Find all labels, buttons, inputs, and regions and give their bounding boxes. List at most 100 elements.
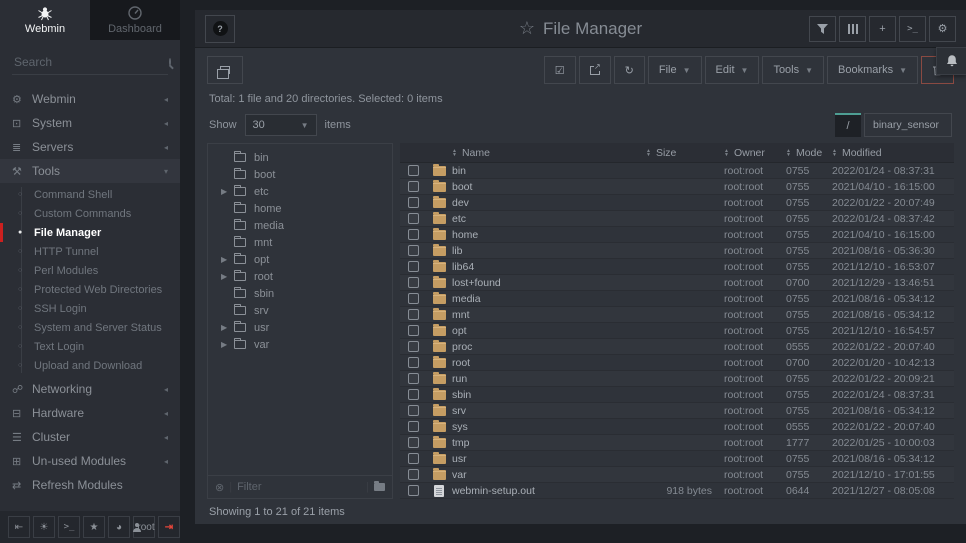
folder-icon[interactable] bbox=[374, 483, 385, 491]
file-search-input[interactable] bbox=[864, 113, 952, 137]
root-path-button[interactable]: / bbox=[835, 113, 861, 137]
tree-item-sbin[interactable]: sbin bbox=[208, 285, 392, 302]
checkbox[interactable] bbox=[408, 325, 419, 336]
table-row-bin[interactable]: binroot:root07552022/01/24 - 08:37:31 bbox=[400, 163, 954, 179]
checkbox[interactable] bbox=[408, 229, 419, 240]
checkbox[interactable] bbox=[408, 277, 419, 288]
add-button[interactable]: + bbox=[869, 16, 896, 42]
column-header-modified[interactable]: ▲▼Modified bbox=[832, 147, 954, 159]
help-button[interactable]: ? bbox=[205, 15, 235, 43]
table-row-lib[interactable]: libroot:root07552021/08/16 - 05:36:30 bbox=[400, 243, 954, 259]
paste-export-button[interactable] bbox=[579, 56, 611, 84]
logged-user-button[interactable]: root bbox=[133, 516, 155, 538]
sidebar-item-command-shell[interactable]: ○Command Shell bbox=[0, 185, 180, 204]
tree-item-srv[interactable]: srv bbox=[208, 302, 392, 319]
expand-arrow-icon[interactable]: ▶ bbox=[221, 340, 234, 349]
table-row-dev[interactable]: devroot:root07552022/01/22 - 20:07:49 bbox=[400, 195, 954, 211]
clear-filter-icon[interactable]: ⊗ bbox=[215, 481, 224, 494]
tree-item-usr[interactable]: ▶usr bbox=[208, 319, 392, 336]
table-row-lost-found[interactable]: lost+foundroot:root07002021/12/29 - 13:4… bbox=[400, 275, 954, 291]
column-header-mode[interactable]: ▲▼Mode bbox=[786, 147, 832, 159]
tree-filter-input[interactable] bbox=[237, 481, 361, 493]
table-row-tmp[interactable]: tmproot:root17772022/01/25 - 10:00:03 bbox=[400, 435, 954, 451]
favorite-star-icon[interactable]: ☆ bbox=[519, 18, 535, 39]
checkbox[interactable] bbox=[408, 293, 419, 304]
table-row-opt[interactable]: optroot:root07552021/12/10 - 16:54:57 bbox=[400, 323, 954, 339]
tree-item-media[interactable]: media bbox=[208, 217, 392, 234]
sidebar-item-system-and-server-status[interactable]: ○System and Server Status bbox=[0, 318, 180, 337]
bookmarks-menu-button[interactable]: Bookmarks ▼ bbox=[827, 56, 918, 84]
tab-webmin[interactable]: Webmin bbox=[0, 0, 90, 40]
checkbox[interactable] bbox=[408, 181, 419, 192]
sidebar-item-hardware[interactable]: ⊟Hardware◂ bbox=[0, 401, 180, 425]
table-row-run[interactable]: runroot:root07552022/01/22 - 20:09:21 bbox=[400, 371, 954, 387]
table-row-sbin[interactable]: sbinroot:root07552022/01/24 - 08:37:31 bbox=[400, 387, 954, 403]
clone-window-button[interactable] bbox=[207, 56, 243, 84]
tree-item-mnt[interactable]: mnt bbox=[208, 234, 392, 251]
sidebar-item-text-login[interactable]: ○Text Login bbox=[0, 337, 180, 356]
expand-arrow-icon[interactable]: ▶ bbox=[221, 255, 234, 264]
theme-brightness-button[interactable]: ☀ bbox=[33, 516, 55, 538]
stats-pie-button[interactable]: ◕ bbox=[108, 516, 130, 538]
checkbox[interactable] bbox=[408, 389, 419, 400]
settings-gear-button[interactable]: ⚙ bbox=[929, 16, 956, 42]
sidebar-item-system[interactable]: ⊡System◂ bbox=[0, 111, 180, 135]
expand-arrow-icon[interactable]: ▶ bbox=[221, 187, 234, 196]
edit-menu-button[interactable]: Edit ▼ bbox=[705, 56, 760, 84]
sidebar-item-refresh-modules[interactable]: ⇄Refresh Modules bbox=[0, 473, 180, 497]
sidebar-item-tools[interactable]: ⚒Tools▾ bbox=[0, 159, 180, 183]
notifications-tab[interactable] bbox=[936, 47, 966, 75]
select-all-button[interactable]: ☑ bbox=[544, 56, 576, 84]
checkbox[interactable] bbox=[408, 373, 419, 384]
checkbox[interactable] bbox=[408, 245, 419, 256]
columns-button[interactable] bbox=[839, 16, 866, 42]
column-header-size[interactable]: ▲▼Size bbox=[646, 147, 724, 159]
terminal-button[interactable]: >_ bbox=[899, 16, 926, 42]
table-row-webmin-setup-out[interactable]: webmin-setup.out918 bytesroot:root064420… bbox=[400, 483, 954, 499]
table-row-srv[interactable]: srvroot:root07552021/08/16 - 05:34:12 bbox=[400, 403, 954, 419]
sidebar-search-input[interactable] bbox=[14, 55, 169, 69]
sidebar-item-cluster[interactable]: ☰Cluster◂ bbox=[0, 425, 180, 449]
tree-item-home[interactable]: home bbox=[208, 200, 392, 217]
tree-item-boot[interactable]: boot bbox=[208, 166, 392, 183]
logout-button[interactable]: ⇥ bbox=[158, 516, 180, 538]
tree-item-root[interactable]: ▶root bbox=[208, 268, 392, 285]
checkbox[interactable] bbox=[408, 405, 419, 416]
checkbox[interactable] bbox=[408, 469, 419, 480]
sidebar-item-networking[interactable]: ☍Networking◂ bbox=[0, 377, 180, 401]
sidebar-item-protected-web-directories[interactable]: ○Protected Web Directories bbox=[0, 280, 180, 299]
sidebar-item-file-manager[interactable]: ●File Manager bbox=[0, 223, 180, 242]
table-row-boot[interactable]: bootroot:root07552021/04/10 - 16:15:00 bbox=[400, 179, 954, 195]
table-row-media[interactable]: mediaroot:root07552021/08/16 - 05:34:12 bbox=[400, 291, 954, 307]
tree-item-var[interactable]: ▶var bbox=[208, 336, 392, 353]
checkbox[interactable] bbox=[408, 309, 419, 320]
table-row-var[interactable]: varroot:root07552021/12/10 - 17:01:55 bbox=[400, 467, 954, 483]
tools-menu-button[interactable]: Tools ▼ bbox=[762, 56, 824, 84]
collapse-sidebar-button[interactable]: ⇤ bbox=[8, 516, 30, 538]
checkbox[interactable] bbox=[408, 197, 419, 208]
tree-item-etc[interactable]: ▶etc bbox=[208, 183, 392, 200]
checkbox[interactable] bbox=[408, 357, 419, 368]
sidebar-item-ssh-login[interactable]: ○SSH Login bbox=[0, 299, 180, 318]
column-header-name[interactable]: ▲▼Name bbox=[452, 147, 646, 159]
expand-arrow-icon[interactable]: ▶ bbox=[221, 272, 234, 281]
favorites-star-button[interactable]: ★ bbox=[83, 516, 105, 538]
checkbox[interactable] bbox=[408, 453, 419, 464]
tree-item-bin[interactable]: bin bbox=[208, 149, 392, 166]
page-size-select[interactable]: 30 ▼ bbox=[245, 114, 317, 136]
checkbox[interactable] bbox=[408, 437, 419, 448]
checkbox[interactable] bbox=[408, 213, 419, 224]
sidebar-item-upload-and-download[interactable]: ○Upload and Download bbox=[0, 356, 180, 375]
sidebar-item-webmin[interactable]: ⚙Webmin◂ bbox=[0, 87, 180, 111]
column-header-owner[interactable]: ▲▼Owner bbox=[724, 147, 786, 159]
checkbox[interactable] bbox=[408, 421, 419, 432]
table-row-proc[interactable]: procroot:root05552022/01/22 - 20:07:40 bbox=[400, 339, 954, 355]
table-row-root[interactable]: rootroot:root07002022/01/20 - 10:42:13 bbox=[400, 355, 954, 371]
table-row-sys[interactable]: sysroot:root05552022/01/22 - 20:07:40 bbox=[400, 419, 954, 435]
sidebar-item-http-tunnel[interactable]: ○HTTP Tunnel bbox=[0, 242, 180, 261]
checkbox[interactable] bbox=[408, 341, 419, 352]
checkbox[interactable] bbox=[408, 261, 419, 272]
checkbox[interactable] bbox=[408, 165, 419, 176]
table-row-lib64[interactable]: lib64root:root07552021/12/10 - 16:53:07 bbox=[400, 259, 954, 275]
sidebar-item-custom-commands[interactable]: ○Custom Commands bbox=[0, 204, 180, 223]
